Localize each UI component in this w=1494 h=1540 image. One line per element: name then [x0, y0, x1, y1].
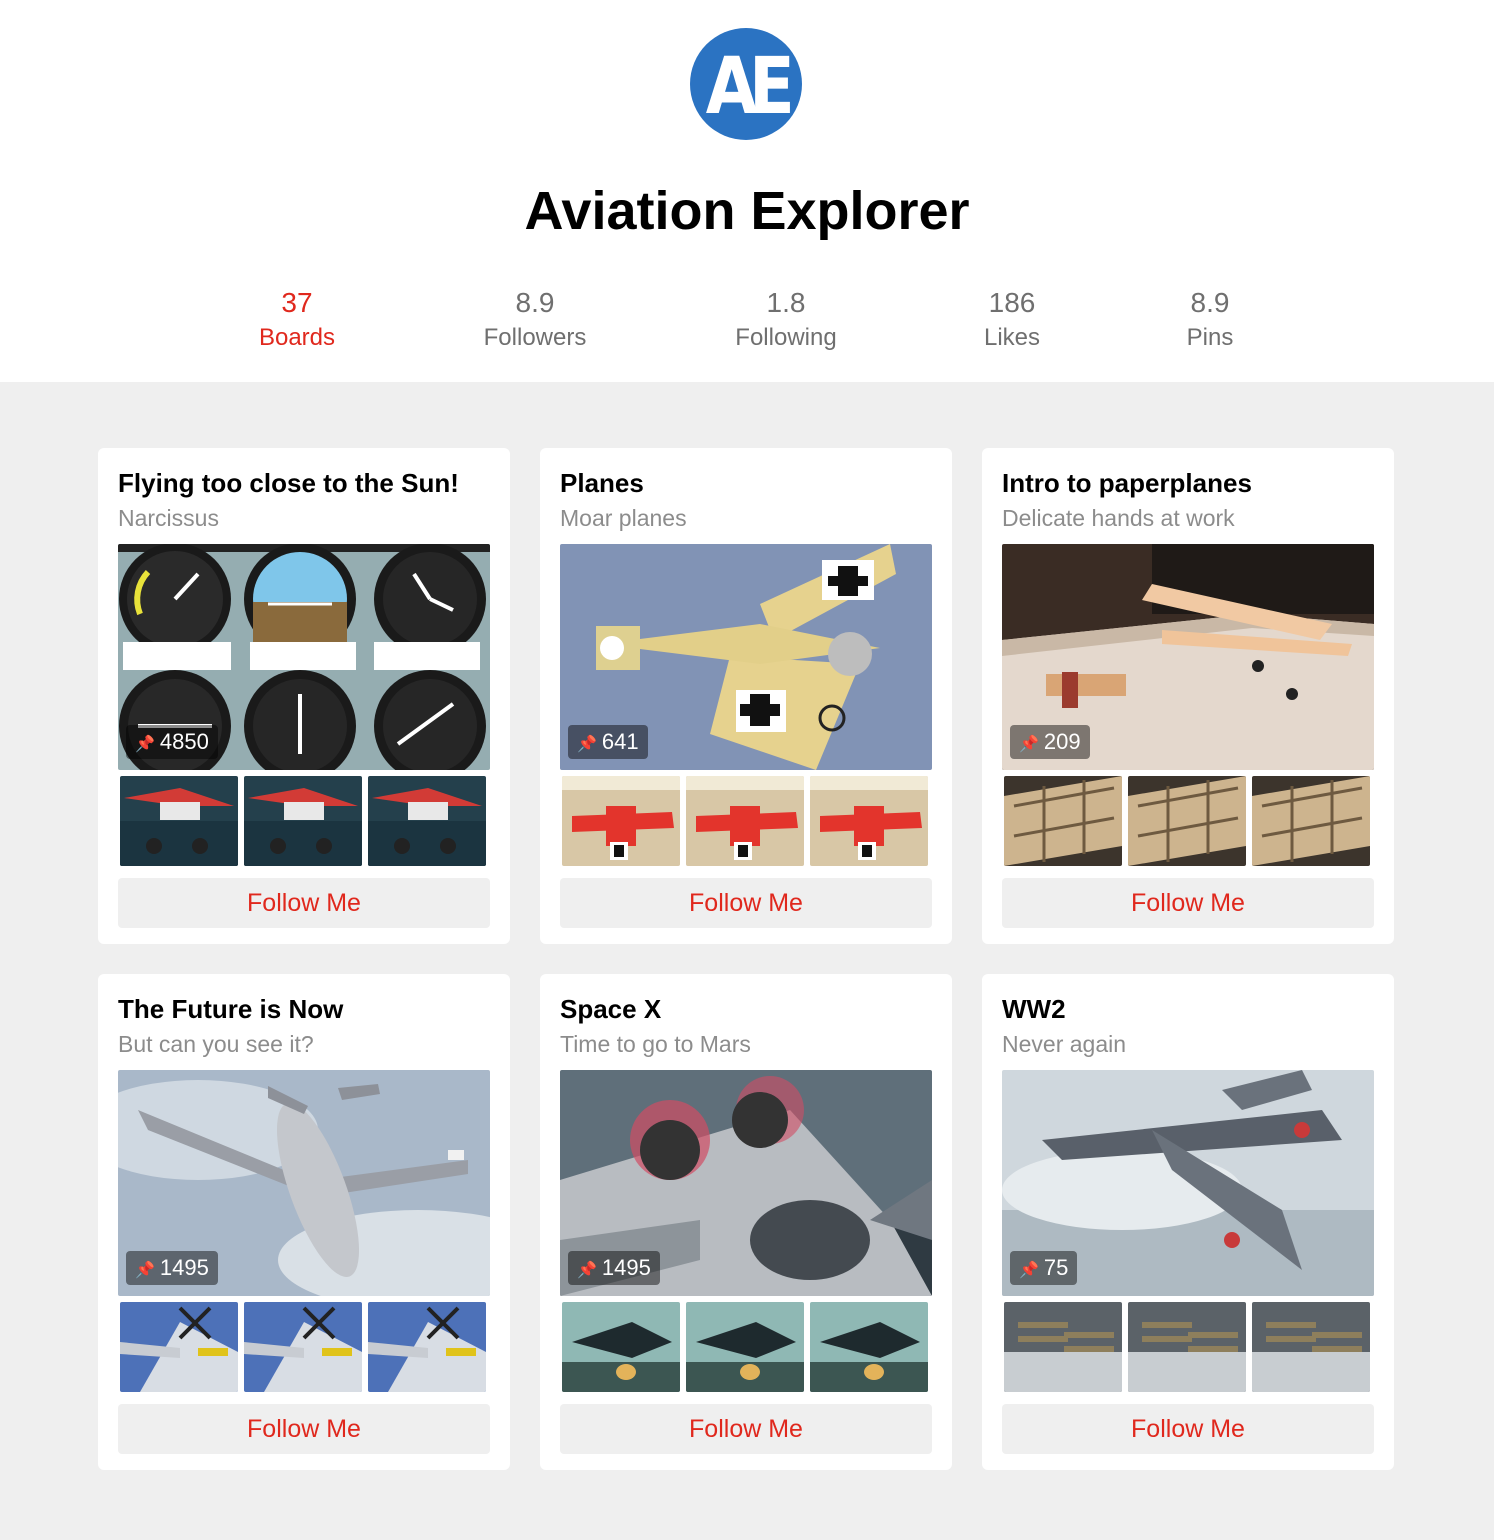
stat-label: Likes — [983, 324, 1041, 351]
stat-likes[interactable]: 186 Likes — [962, 285, 1062, 355]
pin-count: 4850 — [159, 729, 209, 754]
pushpin-icon: 📌 — [577, 1262, 597, 1279]
board-thumbnail[interactable] — [120, 776, 238, 866]
stat-label: Followers — [483, 324, 587, 351]
pin-count-badge: 📌 1495 — [568, 1251, 660, 1285]
pushpin-icon: 📌 — [135, 736, 155, 753]
board-title: Space X — [560, 994, 662, 1024]
stat-label: Boards — [258, 324, 336, 351]
board-thumbnail[interactable] — [1128, 1302, 1246, 1392]
board-card[interactable]: WW2 Never again 📌 75 Follow Me — [982, 974, 1394, 1470]
profile-header: AE Aviation Explorer 37 Boards 8.9 Follo… — [0, 0, 1494, 382]
pushpin-icon: 📌 — [1019, 736, 1039, 753]
board-cover-image[interactable]: 📌 75 — [1002, 1070, 1374, 1296]
board-thumbnail[interactable] — [810, 1302, 928, 1392]
pushpin-icon: 📌 — [1019, 1262, 1039, 1279]
pin-count-badge: 📌 4850 — [126, 725, 218, 759]
pin-count-badge: 📌 1495 — [126, 1251, 218, 1285]
stat-value: 186 — [988, 287, 1036, 318]
board-subtitle: Never again — [1002, 1031, 1127, 1057]
board-title: WW2 — [1002, 994, 1066, 1024]
board-subtitle: Time to go to Mars — [560, 1031, 751, 1057]
board-thumbnail[interactable] — [1004, 776, 1122, 866]
stat-label: Following — [735, 324, 837, 351]
board-thumbnail[interactable] — [1004, 1302, 1122, 1392]
board-thumbnail[interactable] — [562, 1302, 680, 1392]
board-thumbnail[interactable] — [810, 776, 928, 866]
board-thumbnail[interactable] — [686, 776, 804, 866]
board-thumbnail[interactable] — [244, 776, 362, 866]
board-card[interactable]: The Future is Now But can you see it? 📌 1… — [98, 974, 510, 1470]
board-thumbnail[interactable] — [120, 1302, 238, 1392]
stat-value: 8.9 — [1190, 287, 1230, 318]
board-cover-image[interactable]: 📌 1495 — [560, 1070, 932, 1296]
follow-button[interactable]: Follow Me — [118, 878, 490, 928]
stat-value: 37 — [281, 287, 313, 318]
pin-count: 1495 — [601, 1255, 651, 1280]
board-thumbnail[interactable] — [562, 776, 680, 866]
board-card[interactable]: Space X Time to go to Mars 📌 1495 Follow … — [540, 974, 952, 1470]
stat-boards[interactable]: 37 Boards — [237, 285, 357, 355]
board-thumbnails — [1004, 1302, 1372, 1392]
pin-count: 1495 — [159, 1255, 209, 1280]
board-thumbnails — [120, 1302, 488, 1392]
board-card[interactable]: Intro to paperplanes Delicate hands at w… — [982, 448, 1394, 944]
board-thumbnail[interactable] — [368, 776, 486, 866]
board-subtitle: Delicate hands at work — [1002, 505, 1235, 531]
board-title: Intro to paperplanes — [1002, 468, 1252, 498]
follow-button[interactable]: Follow Me — [560, 878, 932, 928]
follow-button[interactable]: Follow Me — [1002, 1404, 1374, 1454]
pin-count: 641 — [601, 729, 639, 754]
stat-value: 8.9 — [515, 287, 555, 318]
follow-button[interactable]: Follow Me — [1002, 878, 1374, 928]
stat-followers[interactable]: 8.9 Followers — [465, 285, 605, 355]
follow-button[interactable]: Follow Me — [560, 1404, 932, 1454]
board-cover-image[interactable]: 📌 209 — [1002, 544, 1374, 770]
stat-following[interactable]: 1.8 Following — [716, 285, 856, 355]
board-thumbnails — [562, 1302, 930, 1392]
stat-pins[interactable]: 8.9 Pins — [1160, 285, 1260, 355]
board-thumbnail[interactable] — [1252, 776, 1370, 866]
pushpin-icon: 📌 — [135, 1262, 155, 1279]
board-thumbnails — [120, 776, 488, 866]
board-thumbnails — [1004, 776, 1372, 866]
board-title: The Future is Now — [118, 994, 344, 1024]
board-thumbnails — [562, 776, 930, 866]
board-thumbnail[interactable] — [1252, 1302, 1370, 1392]
board-card[interactable]: Flying too close to the Sun! Narcissus 📌 — [98, 448, 510, 944]
pin-count: 75 — [1043, 1255, 1069, 1280]
pin-count: 209 — [1043, 729, 1081, 754]
pushpin-icon: 📌 — [577, 736, 597, 753]
board-subtitle: But can you see it? — [118, 1031, 314, 1057]
board-cover-image[interactable]: 📌 641 — [560, 544, 932, 770]
board-card[interactable]: Planes Moar planes 📌 641 Follow Me — [540, 448, 952, 944]
pin-count-badge: 📌 641 — [568, 725, 648, 759]
board-cover-image[interactable]: 📌 1495 — [118, 1070, 490, 1296]
board-subtitle: Moar planes — [560, 505, 687, 531]
logo-monogram: AE — [705, 42, 795, 132]
board-thumbnail[interactable] — [368, 1302, 486, 1392]
follow-button[interactable]: Follow Me — [118, 1404, 490, 1454]
profile-name: Aviation Explorer — [524, 181, 970, 241]
board-thumbnail[interactable] — [244, 1302, 362, 1392]
board-thumbnail[interactable] — [1128, 776, 1246, 866]
board-cover-image[interactable]: 📌 4850 — [118, 544, 490, 770]
pin-count-badge: 📌 75 — [1010, 1251, 1078, 1285]
board-subtitle: Narcissus — [118, 505, 219, 531]
pin-count-badge: 📌 209 — [1010, 725, 1090, 759]
stat-label: Pins — [1186, 324, 1234, 351]
board-title: Flying too close to the Sun! — [118, 468, 459, 498]
stat-value: 1.8 — [766, 287, 806, 318]
board-thumbnail[interactable] — [686, 1302, 804, 1392]
profile-logo[interactable]: AE — [690, 28, 802, 140]
board-title: Planes — [560, 468, 644, 498]
